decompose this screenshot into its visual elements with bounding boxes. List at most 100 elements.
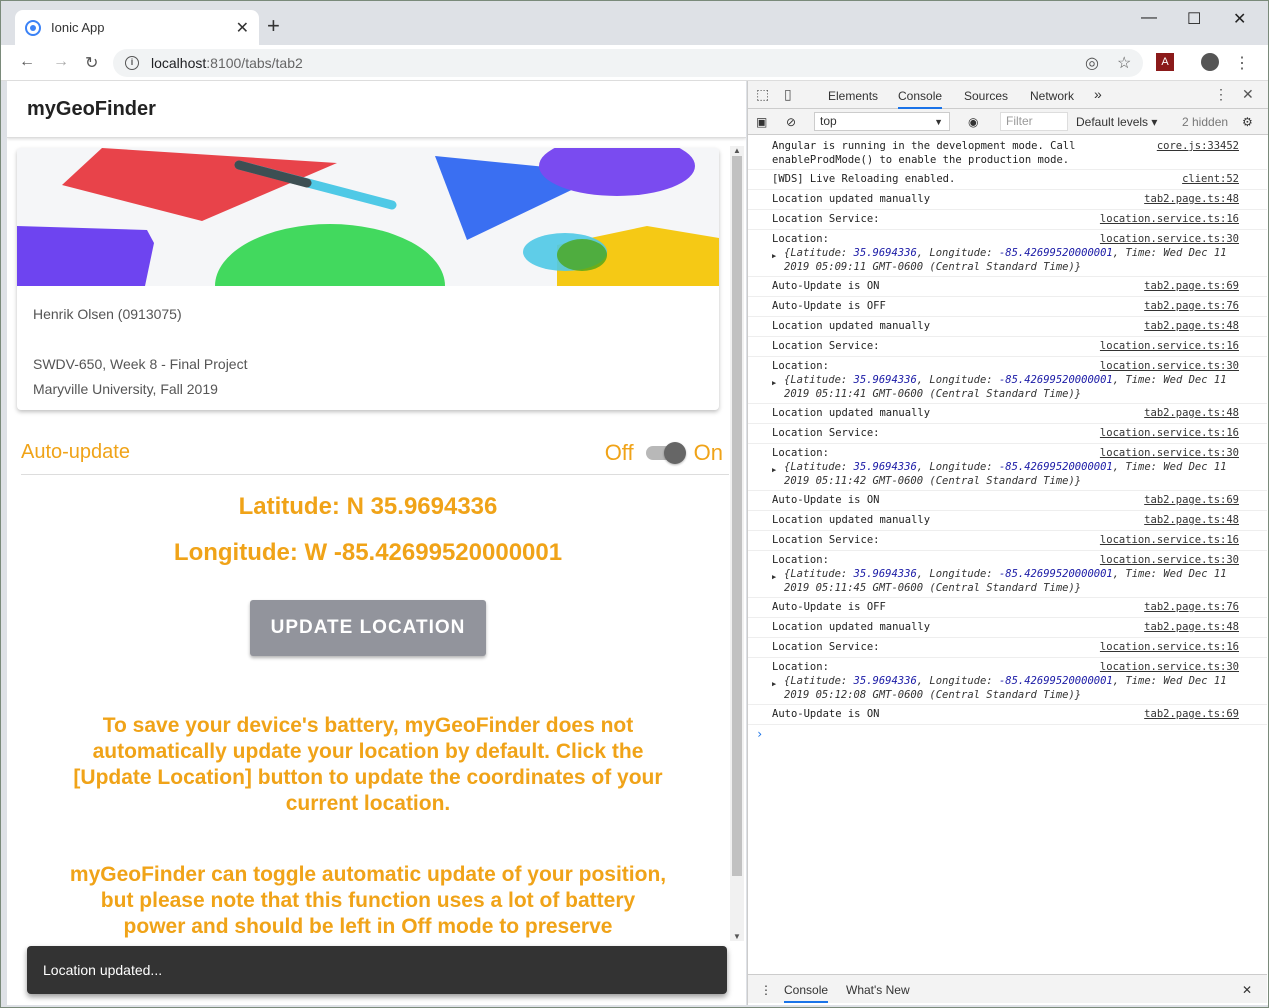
console-line: Location:location.service.ts:30{Latitude… — [748, 357, 1267, 404]
console-object[interactable]: {Latitude: 35.9694336, Longitude: -85.42… — [772, 674, 1239, 702]
app-scrollbar[interactable]: ▲ ▼ — [730, 146, 744, 941]
console-source-link[interactable]: location.service.ts:16 — [1100, 640, 1239, 654]
console-source-link[interactable]: tab2.page.ts:69 — [1144, 707, 1239, 721]
maximize-icon[interactable]: ☐ — [1187, 9, 1201, 29]
browser-toolbar: ← → ↻ i localhost:8100/tabs/tab2 ◎ ☆ ⋮ — [1, 45, 1268, 81]
tab-network[interactable]: Network — [1030, 89, 1074, 103]
drawer-tab-console[interactable]: Console — [784, 983, 829, 1003]
auto-update-note: myGeoFinder can toggle automatic update … — [69, 863, 667, 938]
forward-icon[interactable]: → — [53, 53, 69, 71]
scroll-up-icon[interactable]: ▲ — [733, 146, 741, 155]
devtools-close-icon[interactable]: ✕ — [1242, 86, 1254, 103]
window-close-icon[interactable]: ✕ — [1233, 9, 1246, 29]
console-source-link[interactable]: location.service.ts:30 — [1100, 553, 1239, 567]
console-line: Auto-Update is ON tab2.page.ts:69 — [748, 705, 1267, 725]
console-source-link[interactable]: tab2.page.ts:48 — [1144, 620, 1239, 634]
console-key: , Longitude: — [916, 675, 999, 687]
console-source-link[interactable]: location.service.ts:16 — [1100, 212, 1239, 226]
console-source-link[interactable]: tab2.page.ts:48 — [1144, 513, 1239, 527]
minimize-icon[interactable]: — — [1141, 9, 1157, 27]
console-prompt[interactable]: › — [748, 725, 1267, 745]
console-value: 35.9694336 — [853, 675, 917, 687]
console-source-link[interactable]: client:52 — [1182, 172, 1239, 186]
console-source-link[interactable]: location.service.ts:16 — [1100, 533, 1239, 547]
console-line: Location updated manually tab2.page.ts:48 — [748, 618, 1267, 638]
console-object[interactable]: {Latitude: 35.9694336, Longitude: -85.42… — [772, 373, 1239, 401]
tab-console[interactable]: Console — [898, 89, 943, 109]
console-toolbar: ▣ ⊘ top ▼ ◉ Filter Default levels ▾ 2 hid… — [748, 109, 1268, 135]
sidebar-toggle-icon[interactable]: ▣ — [756, 115, 767, 129]
auto-update-label: Auto-update — [21, 441, 130, 463]
tab-close-icon[interactable]: ✕ — [236, 18, 249, 38]
console-key: , Longitude: — [916, 461, 999, 473]
console-line: Location updated manually tab2.page.ts:48 — [748, 317, 1267, 337]
browser-tab[interactable]: Ionic App ✕ — [15, 10, 259, 45]
console-settings-icon[interactable]: ⚙ — [1242, 115, 1253, 129]
levels-dropdown[interactable]: Default levels ▾ — [1076, 115, 1157, 129]
console-source-link[interactable]: location.service.ts:16 — [1100, 426, 1239, 440]
console-source-link[interactable]: location.service.ts:30 — [1100, 446, 1239, 460]
console-source-link[interactable]: core.js:33452 — [1157, 139, 1239, 153]
console-object[interactable]: {Latitude: 35.9694336, Longitude: -85.42… — [772, 567, 1239, 595]
eye-icon[interactable]: ◉ — [968, 115, 978, 129]
console-line: Auto-Update is OFF tab2.page.ts:76 — [748, 598, 1267, 618]
latitude-text: Latitude: N 35.9694336 — [238, 493, 498, 520]
hidden-count: 2 hidden — [1182, 115, 1229, 129]
console-source-link[interactable]: tab2.page.ts:48 — [1144, 192, 1239, 206]
devtools-panel: ⬚ ▯ Elements Console Sources Network » ⋮… — [747, 81, 1268, 1005]
scroll-down-icon[interactable]: ▼ — [733, 932, 741, 941]
inspect-icon[interactable]: ⬚ — [756, 86, 769, 103]
info-icon[interactable]: i — [125, 56, 139, 70]
toggle-off-label: Off — [604, 439, 634, 465]
profile-avatar[interactable] — [1201, 53, 1219, 71]
star-icon[interactable]: ☆ — [1117, 53, 1131, 73]
auto-update-toggle[interactable] — [645, 441, 686, 464]
toast-message: Location updated... — [27, 946, 727, 994]
tab-elements[interactable]: Elements — [828, 89, 878, 103]
tab-sources[interactable]: Sources — [964, 89, 1008, 103]
console-source-link[interactable]: location.service.ts:30 — [1100, 660, 1239, 674]
drawer-menu-icon[interactable]: ⋮ — [760, 983, 772, 997]
page-title: myGeoFinder — [7, 81, 746, 138]
reload-icon[interactable]: ↻ — [85, 53, 98, 73]
url-host: localhost — [151, 55, 207, 71]
console-object[interactable]: {Latitude: 35.9694336, Longitude: -85.42… — [772, 246, 1239, 274]
console-source-link[interactable]: tab2.page.ts:69 — [1144, 279, 1239, 293]
menu-dots-icon[interactable]: ⋮ — [1234, 53, 1250, 73]
console-source-link[interactable]: tab2.page.ts:69 — [1144, 493, 1239, 507]
update-location-button[interactable]: UPDATE LOCATION — [250, 600, 486, 656]
console-source-link[interactable]: location.service.ts:30 — [1100, 232, 1239, 246]
console-source-link[interactable]: tab2.page.ts:48 — [1144, 406, 1239, 420]
filter-input[interactable]: Filter — [1000, 112, 1068, 131]
console-object[interactable]: {Latitude: 35.9694336, Longitude: -85.42… — [772, 460, 1239, 488]
console-source-link[interactable]: location.service.ts:16 — [1100, 339, 1239, 353]
school-line: Maryville University, Fall 2019 — [33, 381, 218, 397]
console-line: Location Service: location.service.ts:16 — [748, 424, 1267, 444]
console-line: Location updated manually tab2.page.ts:48 — [748, 190, 1267, 210]
browser-window: Ionic App ✕ + — ☐ ✕ ← → ↻ i localhost:81… — [0, 0, 1269, 1008]
device-toolbar-icon[interactable]: ▯ — [784, 86, 792, 103]
console-source-link[interactable]: tab2.page.ts:48 — [1144, 319, 1239, 333]
console-key: {Latitude: — [784, 461, 854, 473]
location-icon[interactable]: ◎ — [1085, 53, 1099, 73]
scrollbar-thumb[interactable] — [732, 156, 742, 876]
console-source-link[interactable]: tab2.page.ts:76 — [1144, 600, 1239, 614]
console-source-link[interactable]: location.service.ts:30 — [1100, 359, 1239, 373]
drawer-tab-whats-new[interactable]: What's New — [846, 983, 910, 997]
console-source-link[interactable]: tab2.page.ts:76 — [1144, 299, 1239, 313]
clear-console-icon[interactable]: ⊘ — [786, 115, 796, 129]
context-select[interactable]: top ▼ — [814, 112, 950, 131]
drawer-close-icon[interactable]: ✕ — [1242, 983, 1252, 997]
console-value: 35.9694336 — [853, 461, 917, 473]
pdf-extension-icon[interactable]: A — [1156, 53, 1174, 71]
console-value: 35.9694336 — [853, 374, 917, 386]
console-key: {Latitude: — [784, 675, 854, 687]
course-line: SWDV-650, Week 8 - Final Project — [33, 356, 248, 372]
ionic-favicon-icon — [25, 19, 41, 36]
more-tabs-icon[interactable]: » — [1094, 86, 1102, 102]
devtools-menu-icon[interactable]: ⋮ — [1214, 86, 1228, 103]
address-bar[interactable]: i localhost:8100/tabs/tab2 — [113, 49, 1143, 77]
back-icon[interactable]: ← — [19, 53, 35, 71]
new-tab-button[interactable]: + — [267, 15, 280, 37]
context-value: top — [820, 114, 837, 128]
